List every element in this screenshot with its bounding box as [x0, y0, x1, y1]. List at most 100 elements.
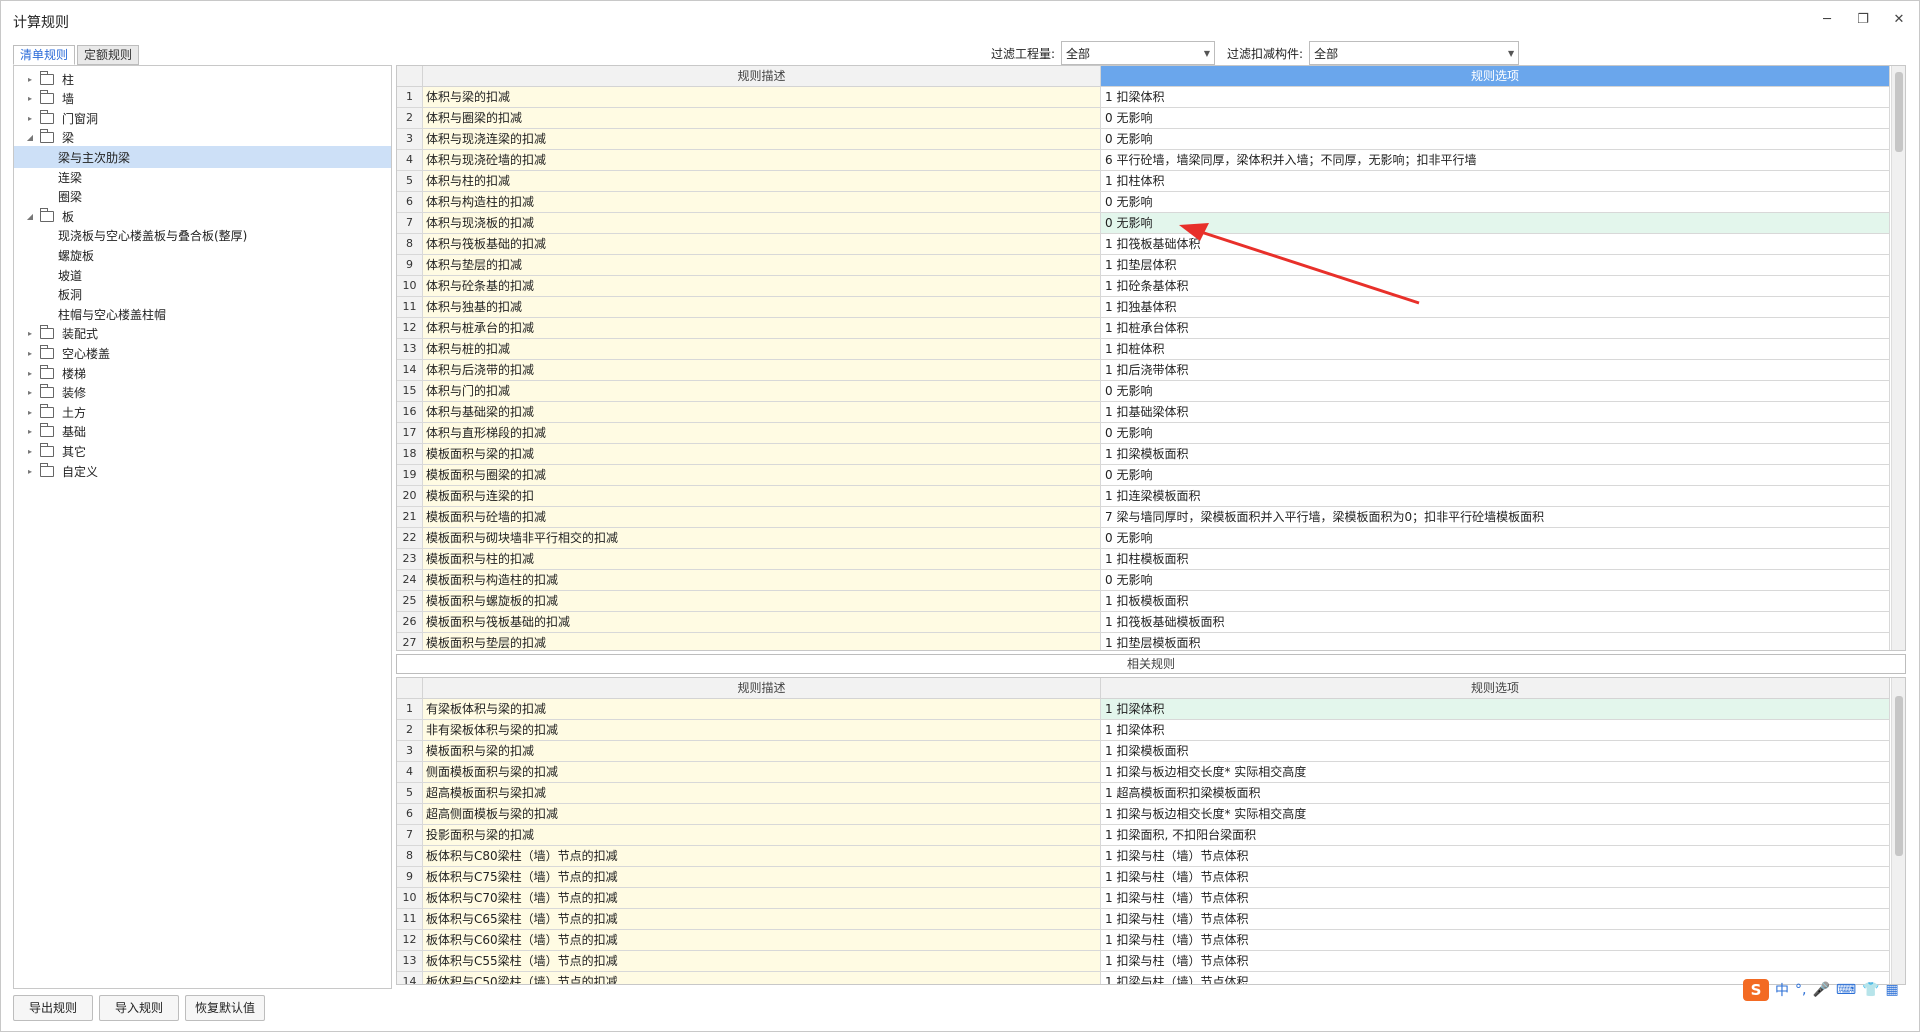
rule-option[interactable]: 1 扣独基体积	[1101, 297, 1890, 318]
table-row[interactable]: 12 板体积与C60梁柱（墙）节点的扣减 1 扣梁与柱（墙）节点体积	[397, 930, 1890, 951]
table-row[interactable]: 6 体积与构造柱的扣减 0 无影响	[397, 192, 1890, 213]
ime-punct-toggle[interactable]: °,	[1795, 982, 1806, 998]
restore-button[interactable]: ❐	[1853, 9, 1873, 29]
rule-option[interactable]: 1 扣柱体积	[1101, 171, 1890, 192]
rule-option[interactable]: 1 扣柱模板面积	[1101, 549, 1890, 570]
table-row[interactable]: 20 模板面积与连梁的扣 1 扣连梁模板面积	[397, 486, 1890, 507]
rule-option[interactable]: 0 无影响	[1101, 129, 1890, 150]
vertical-scrollbar[interactable]	[1891, 66, 1905, 650]
rule-option[interactable]: 1 扣桩体积	[1101, 339, 1890, 360]
rule-option[interactable]: 1 扣梁与柱（墙）节点体积	[1101, 909, 1890, 930]
table-row[interactable]: 2 非有梁板体积与梁的扣减 1 扣梁体积	[397, 720, 1890, 741]
rule-option[interactable]: 1 扣梁与柱（墙）节点体积	[1101, 951, 1890, 972]
rule-option[interactable]: 1 扣后浇带体积	[1101, 360, 1890, 381]
rule-option[interactable]: 0 无影响	[1101, 108, 1890, 129]
restore-default-button[interactable]: 恢复默认值	[185, 995, 265, 1021]
table-row[interactable]: 9 体积与垫层的扣减 1 扣垫层体积	[397, 255, 1890, 276]
table-row[interactable]: 2 体积与圈梁的扣减 0 无影响	[397, 108, 1890, 129]
collapse-arrow-icon[interactable]: ◢	[24, 212, 36, 221]
vertical-scrollbar[interactable]	[1891, 678, 1905, 984]
expand-arrow-icon[interactable]: ▸	[24, 388, 36, 397]
column-header-option[interactable]: 规则选项	[1101, 678, 1890, 699]
table-row[interactable]: 7 投影面积与梁的扣减 1 扣梁面积, 不扣阳台梁面积	[397, 825, 1890, 846]
rule-option[interactable]: 1 扣连梁模板面积	[1101, 486, 1890, 507]
rule-option[interactable]: 0 无影响	[1101, 528, 1890, 549]
skin-icon[interactable]: 👕	[1862, 982, 1879, 998]
table-row[interactable]: 13 板体积与C55梁柱（墙）节点的扣减 1 扣梁与柱（墙）节点体积	[397, 951, 1890, 972]
minimize-button[interactable]: ─	[1817, 9, 1837, 29]
table-row[interactable]: 14 体积与后浇带的扣减 1 扣后浇带体积	[397, 360, 1890, 381]
ime-lang-toggle[interactable]: 中	[1775, 980, 1789, 1000]
table-row[interactable]: 12 体积与桩承台的扣减 1 扣桩承台体积	[397, 318, 1890, 339]
expand-arrow-icon[interactable]: ▸	[24, 94, 36, 103]
rule-option[interactable]: 1 扣梁面积, 不扣阳台梁面积	[1101, 825, 1890, 846]
rule-option[interactable]: 1 扣砼条基体积	[1101, 276, 1890, 297]
rule-option[interactable]: 1 扣梁与柱（墙）节点体积	[1101, 930, 1890, 951]
rule-option[interactable]: 0 无影响	[1101, 423, 1890, 444]
rule-option[interactable]: 6 平行砼墙，墙梁同厚，梁体积并入墙；不同厚，无影响；扣非平行墙	[1101, 150, 1890, 171]
rule-option[interactable]: 1 扣梁模板面积	[1101, 444, 1890, 465]
export-rules-button[interactable]: 导出规则	[13, 995, 93, 1021]
filter-quantity-select[interactable]: 全部 ▼	[1061, 41, 1216, 65]
column-header-option[interactable]: 规则选项	[1101, 66, 1890, 87]
tree-item[interactable]: ▸ 自定义	[14, 460, 391, 482]
table-row[interactable]: 25 模板面积与螺旋板的扣减 1 扣板模板面积	[397, 591, 1890, 612]
table-row[interactable]: 15 体积与门的扣减 0 无影响	[397, 381, 1890, 402]
table-row[interactable]: 13 体积与桩的扣减 1 扣桩体积	[397, 339, 1890, 360]
rule-option[interactable]: 0 无影响	[1101, 192, 1890, 213]
rule-option[interactable]: 0 无影响	[1101, 570, 1890, 591]
table-row[interactable]: 3 体积与现浇连梁的扣减 0 无影响	[397, 129, 1890, 150]
table-row[interactable]: 9 板体积与C75梁柱（墙）节点的扣减 1 扣梁与柱（墙）节点体积	[397, 867, 1890, 888]
rule-option[interactable]: 1 扣垫层模板面积	[1101, 633, 1890, 650]
collapse-arrow-icon[interactable]: ◢	[24, 133, 36, 142]
expand-arrow-icon[interactable]: ▸	[24, 75, 36, 84]
table-row[interactable]: 27 模板面积与垫层的扣减 1 扣垫层模板面积	[397, 633, 1890, 650]
rule-option[interactable]: 7 梁与墙同厚时，梁模板面积并入平行墙，梁模板面积为0；扣非平行砼墙模板面积	[1101, 507, 1890, 528]
table-row[interactable]: 24 模板面积与构造柱的扣减 0 无影响	[397, 570, 1890, 591]
rule-option[interactable]: 0 无影响	[1101, 465, 1890, 486]
rule-option[interactable]: 1 扣梁与柱（墙）节点体积	[1101, 846, 1890, 867]
rule-option[interactable]: 1 扣梁体积	[1101, 87, 1890, 108]
rule-option[interactable]: 1 扣基础梁体积	[1101, 402, 1890, 423]
table-row[interactable]: 19 模板面积与圈梁的扣减 0 无影响	[397, 465, 1890, 486]
column-header-description[interactable]: 规则描述	[423, 66, 1101, 87]
tab-quota-rules[interactable]: 定额规则	[77, 45, 140, 65]
table-row[interactable]: 3 模板面积与梁的扣减 1 扣梁模板面积	[397, 741, 1890, 762]
scrollbar-thumb[interactable]	[1895, 696, 1903, 856]
rule-option[interactable]: 1 扣筏板基础模板面积	[1101, 612, 1890, 633]
table-row[interactable]: 11 板体积与C65梁柱（墙）节点的扣减 1 扣梁与柱（墙）节点体积	[397, 909, 1890, 930]
expand-arrow-icon[interactable]: ▸	[24, 329, 36, 338]
rule-option[interactable]: 1 扣垫层体积	[1101, 255, 1890, 276]
table-row[interactable]: 1 有梁板体积与梁的扣减 1 扣梁体积	[397, 699, 1890, 720]
expand-arrow-icon[interactable]: ▸	[24, 349, 36, 358]
table-row[interactable]: 17 体积与直形梯段的扣减 0 无影响	[397, 423, 1890, 444]
filter-component-select[interactable]: 全部 ▼	[1309, 41, 1520, 65]
table-row[interactable]: 10 板体积与C70梁柱（墙）节点的扣减 1 扣梁与柱（墙）节点体积	[397, 888, 1890, 909]
table-row[interactable]: 4 体积与现浇砼墙的扣减 6 平行砼墙，墙梁同厚，梁体积并入墙；不同厚，无影响；扣非…	[397, 150, 1890, 171]
sogou-logo-icon[interactable]: S	[1743, 979, 1769, 1001]
rule-option[interactable]: 1 扣梁体积	[1101, 720, 1890, 741]
expand-arrow-icon[interactable]: ▸	[24, 408, 36, 417]
grid-menu-icon[interactable]: ▦	[1886, 982, 1899, 998]
expand-arrow-icon[interactable]: ▸	[24, 467, 36, 476]
expand-arrow-icon[interactable]: ▸	[24, 427, 36, 436]
rule-option[interactable]: 1 扣梁与柱（墙）节点体积	[1101, 867, 1890, 888]
table-row[interactable]: 7 体积与现浇板的扣减 0 无影响	[397, 213, 1890, 234]
table-row[interactable]: 14 板体积与C50梁柱（墙）节点的扣减 1 扣梁与柱（墙）节点体积	[397, 972, 1890, 984]
table-row[interactable]: 26 模板面积与筏板基础的扣减 1 扣筏板基础模板面积	[397, 612, 1890, 633]
rule-option[interactable]: 0 无影响	[1101, 381, 1890, 402]
rule-option[interactable]: 1 扣桩承台体积	[1101, 318, 1890, 339]
tab-list-rules[interactable]: 清单规则	[13, 45, 76, 65]
rule-option[interactable]: 1 扣梁与板边相交长度* 实际相交高度	[1101, 804, 1890, 825]
rule-option[interactable]: 1 扣梁体积	[1101, 699, 1890, 720]
table-row[interactable]: 1 体积与梁的扣减 1 扣梁体积	[397, 87, 1890, 108]
table-row[interactable]: 6 超高侧面模板与梁的扣减 1 扣梁与板边相交长度* 实际相交高度	[397, 804, 1890, 825]
table-row[interactable]: 4 侧面模板面积与梁的扣减 1 扣梁与板边相交长度* 实际相交高度	[397, 762, 1890, 783]
related-rules-bar[interactable]: 相关规则	[396, 654, 1906, 674]
table-row[interactable]: 8 板体积与C80梁柱（墙）节点的扣减 1 扣梁与柱（墙）节点体积	[397, 846, 1890, 867]
expand-arrow-icon[interactable]: ▸	[24, 369, 36, 378]
table-row[interactable]: 8 体积与筏板基础的扣减 1 扣筏板基础体积	[397, 234, 1890, 255]
rule-option[interactable]: 1 扣梁与柱（墙）节点体积	[1101, 888, 1890, 909]
table-row[interactable]: 22 模板面积与砌块墙非平行相交的扣减 0 无影响	[397, 528, 1890, 549]
rule-option[interactable]: 1 扣梁模板面积	[1101, 741, 1890, 762]
